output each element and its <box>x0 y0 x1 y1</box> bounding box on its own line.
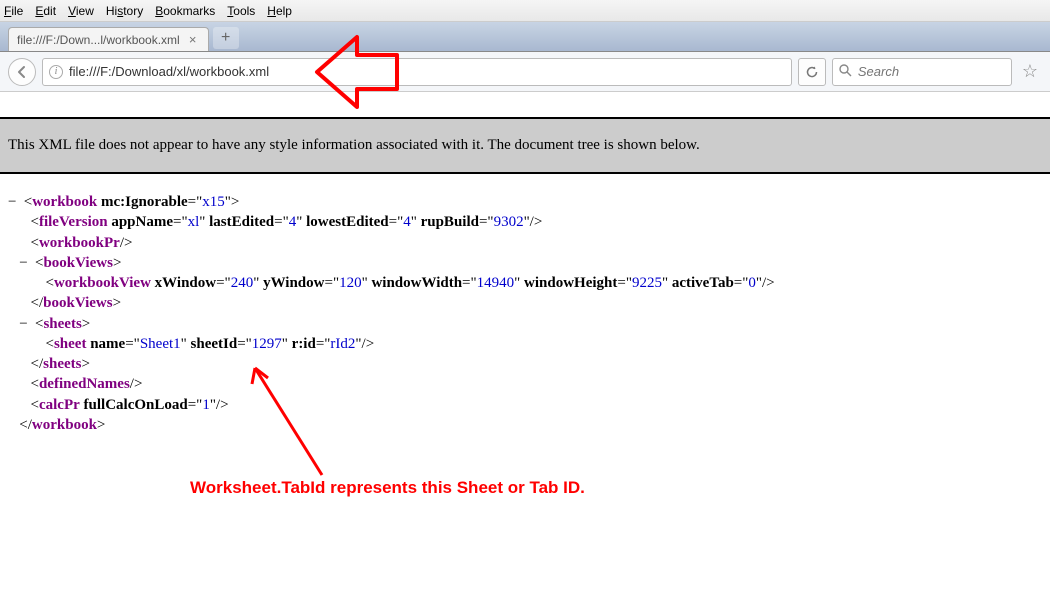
toolbar: i ☆ <box>0 52 1050 92</box>
xml-line: </workbook> <box>8 415 1042 435</box>
bookmark-star-icon[interactable]: ☆ <box>1018 61 1042 82</box>
xml-line: <fileVersion appName="xl" lastEdited="4"… <box>8 212 1042 232</box>
menu-help[interactable]: Help <box>267 4 292 18</box>
menu-bookmarks[interactable]: Bookmarks <box>155 4 215 18</box>
xml-line: <definedNames/> <box>8 374 1042 394</box>
toggle-icon[interactable]: − <box>19 314 31 334</box>
menu-view[interactable]: View <box>68 4 94 18</box>
search-icon <box>839 64 852 80</box>
reload-button[interactable] <box>798 58 826 86</box>
menu-tools[interactable]: Tools <box>227 4 255 18</box>
info-icon[interactable]: i <box>49 65 63 79</box>
menu-bar: File Edit View History Bookmarks Tools H… <box>0 0 1050 22</box>
arrow-left-icon <box>15 65 29 79</box>
xml-tree-view: − <workbook mc:Ignorable="x15"> <fileVer… <box>0 174 1050 443</box>
reload-icon <box>805 65 819 79</box>
xml-line: − <bookViews> <box>8 253 1042 273</box>
tab-title: file:///F:/Down...l/workbook.xml <box>17 33 180 47</box>
new-tab-button[interactable]: + <box>213 27 239 49</box>
toggle-icon[interactable]: − <box>19 253 31 273</box>
toggle-icon[interactable]: − <box>8 192 20 212</box>
xml-line: <sheet name="Sheet1" sheetId="1297" r:id… <box>8 334 1042 354</box>
search-bar[interactable] <box>832 58 1012 86</box>
back-button[interactable] <box>8 58 36 86</box>
menu-edit[interactable]: Edit <box>35 4 56 18</box>
menu-history[interactable]: History <box>106 4 143 18</box>
annotation-text: Worksheet.TabId represents this Sheet or… <box>190 478 585 498</box>
xml-line: <calcPr fullCalcOnLoad="1"/> <box>8 395 1042 415</box>
xml-no-style-notice: This XML file does not appear to have an… <box>0 117 1050 174</box>
xml-line: </sheets> <box>8 354 1042 374</box>
xml-line: <workbookView xWindow="240" yWindow="120… <box>8 273 1042 293</box>
close-icon[interactable]: × <box>186 33 200 47</box>
url-input[interactable] <box>69 64 785 79</box>
xml-line: </bookViews> <box>8 293 1042 313</box>
xml-line: <workbookPr/> <box>8 233 1042 253</box>
menu-file[interactable]: File <box>4 4 23 18</box>
search-input[interactable] <box>858 64 1036 79</box>
browser-tab[interactable]: file:///F:/Down...l/workbook.xml × <box>8 27 209 51</box>
url-bar[interactable]: i <box>42 58 792 86</box>
xml-line: − <sheets> <box>8 314 1042 334</box>
xml-line: − <workbook mc:Ignorable="x15"> <box>8 192 1042 212</box>
tab-strip: file:///F:/Down...l/workbook.xml × + <box>0 22 1050 52</box>
